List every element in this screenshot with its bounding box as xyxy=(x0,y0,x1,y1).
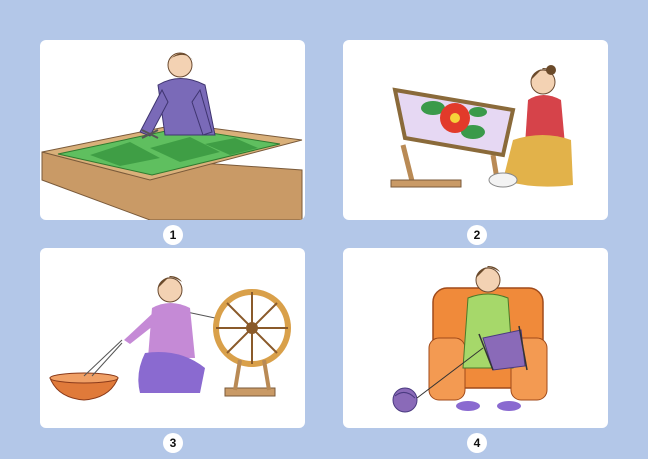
knitting-illustration xyxy=(392,266,548,413)
panel-2 xyxy=(343,40,608,220)
tailor-cutting-illustration xyxy=(41,52,303,220)
panel-3-number: 3 xyxy=(163,433,183,453)
panel-4 xyxy=(343,248,608,428)
embroidery-illustration xyxy=(390,65,573,188)
panel-2-number: 2 xyxy=(467,225,487,245)
panel-4-number: 4 xyxy=(467,433,487,453)
panel-3 xyxy=(40,248,305,428)
panel-1 xyxy=(40,40,305,220)
panel-1-number: 1 xyxy=(163,225,183,245)
spinning-wheel-illustration xyxy=(49,276,291,401)
